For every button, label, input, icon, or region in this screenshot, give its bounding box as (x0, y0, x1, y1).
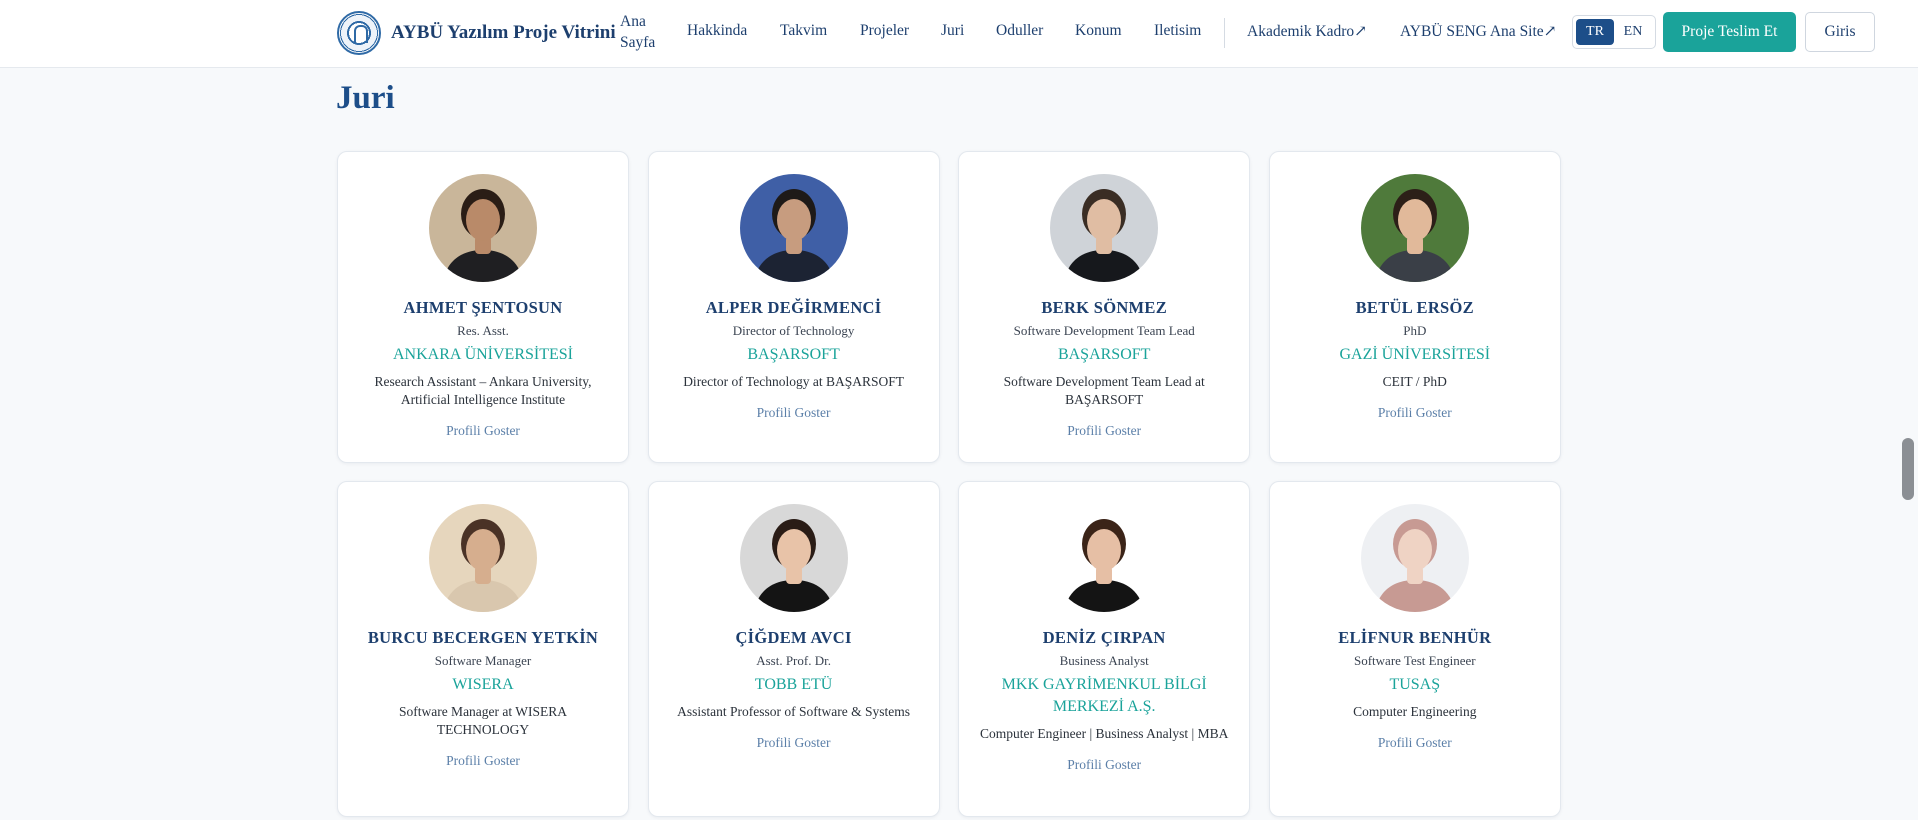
nav-about[interactable]: Hakkinda (687, 22, 747, 40)
avatar-photo-icon (1360, 174, 1469, 282)
nav-contact[interactable]: Iletisim (1154, 22, 1201, 40)
jury-bio: Assistant Professor of Software & System… (677, 704, 911, 719)
avatar-photo-icon (1050, 174, 1159, 282)
jury-card: ÇİĞDEM AVCI Asst. Prof. Dr. TOBB ETÜ Ass… (647, 481, 940, 817)
show-profile-link[interactable]: Profili Goster (446, 423, 520, 439)
jury-name: BURCU BECERGEN YETKİN (367, 628, 599, 647)
jury-name: DENİZ ÇIRPAN (1042, 628, 1166, 647)
show-profile-link[interactable]: Profili Goster (1067, 423, 1141, 439)
avatar (1360, 504, 1469, 612)
jury-role: Res. Asst. (457, 323, 509, 338)
jury-bio: Software Manager at WISERA TECHNOLOGY (398, 704, 568, 737)
nav-awards[interactable]: Oduller (996, 22, 1043, 40)
lang-tr-button[interactable]: TR (1576, 19, 1614, 45)
show-profile-link[interactable]: Profili Goster (757, 405, 831, 421)
show-profile-link[interactable]: Profili Goster (446, 753, 520, 769)
show-profile-link[interactable]: Profili Goster (1378, 405, 1452, 421)
jury-role: PhD (1403, 323, 1427, 338)
jury-role: Director of Technology (732, 323, 855, 338)
jury-name: ÇİĞDEM AVCI (735, 628, 852, 647)
nav-academic-staff[interactable]: Akademik Kadro↗ (1247, 22, 1367, 41)
jury-name: BETÜL ERSÖZ (1355, 298, 1474, 317)
show-profile-link[interactable]: Profili Goster (1067, 757, 1141, 773)
jury-bio: Software Development Team Lead at BAŞARS… (1003, 374, 1205, 407)
jury-grid: AHMET ŞENTOSUN Res. Asst. ANKARA ÜNİVERS… (337, 151, 1561, 817)
avatar (429, 504, 537, 612)
submit-project-button[interactable]: Proje Teslim Et (1663, 12, 1796, 52)
jury-organization: BAŞARSOFT (1057, 346, 1151, 363)
nav-calendar[interactable]: Takvim (780, 22, 827, 40)
page-title: Juri (336, 80, 395, 116)
jury-name: ALPER DEĞİRMENCİ (705, 298, 882, 317)
jury-card: BETÜL ERSÖZ PhD GAZİ ÜNİVERSİTESİ CEIT /… (1268, 151, 1561, 463)
jury-name: ELİFNUR BENHÜR (1338, 628, 1492, 647)
jury-bio: Director of Technology at BAŞARSOFT (683, 374, 904, 389)
nav-home[interactable]: Ana Sayfa (620, 11, 660, 53)
jury-organization: GAZİ ÜNİVERSİTESİ (1339, 346, 1491, 363)
avatar-photo-icon (739, 174, 848, 282)
jury-role: Business Analyst (1059, 653, 1149, 668)
jury-role: Software Development Team Lead (1013, 323, 1195, 338)
jury-organization: BAŞARSOFT (747, 346, 840, 363)
jury-card: ALPER DEĞİRMENCİ Director of Technology … (647, 151, 940, 463)
nav-divider (1224, 18, 1225, 48)
show-profile-link[interactable]: Profili Goster (1378, 735, 1452, 751)
jury-organization: MKK GAYRİMENKUL BİLGİ MERKEZİ A.Ş. (1001, 676, 1207, 715)
jury-bio: Research Assistant – Ankara University, … (374, 374, 592, 407)
top-navbar: AYBÜ Yazılım Proje Vitrini Ana Sayfa Hak… (0, 0, 1918, 68)
jury-role: Software Manager (434, 653, 532, 668)
avatar (1050, 174, 1159, 282)
jury-organization: TOBB ETÜ (754, 676, 833, 693)
jury-organization: WISERA (452, 676, 514, 693)
jury-organization: ANKARA ÜNİVERSİTESİ (393, 346, 573, 363)
jury-card: BURCU BECERGEN YETKİN Software Manager W… (337, 481, 629, 817)
jury-card: DENİZ ÇIRPAN Business Analyst MKK GAYRİM… (958, 481, 1251, 817)
jury-name: AHMET ŞENTOSUN (403, 298, 563, 317)
nav-location[interactable]: Konum (1075, 22, 1122, 40)
jury-role: Software Test Engineer (1353, 653, 1476, 668)
jury-bio: Computer Engineer | Business Analyst | M… (979, 726, 1229, 741)
avatar (1050, 504, 1159, 612)
avatar-photo-icon (739, 504, 848, 612)
jury-role: Asst. Prof. Dr. (756, 653, 831, 668)
jury-name: BERK SÖNMEZ (1041, 298, 1168, 317)
avatar (739, 174, 848, 282)
avatar (429, 174, 537, 282)
avatar (1360, 174, 1469, 282)
jury-bio: CEIT / PhD (1382, 374, 1447, 389)
show-profile-link[interactable]: Profili Goster (757, 735, 831, 751)
nav-projects[interactable]: Projeler (860, 22, 909, 40)
language-switcher: TR EN (1572, 15, 1656, 49)
avatar-photo-icon (1050, 504, 1159, 612)
avatar-photo-icon (1360, 504, 1469, 612)
nav-seng-site[interactable]: AYBÜ SENG Ana Site↗ (1400, 22, 1557, 41)
scrollbar-thumb[interactable] (1902, 438, 1914, 500)
login-button[interactable]: Giris (1805, 12, 1875, 52)
jury-card: AHMET ŞENTOSUN Res. Asst. ANKARA ÜNİVERS… (337, 151, 629, 463)
lang-en-button[interactable]: EN (1614, 19, 1652, 45)
jury-organization: TUSAŞ (1389, 676, 1441, 693)
jury-card: BERK SÖNMEZ Software Development Team Le… (958, 151, 1251, 463)
avatar-photo-icon (429, 504, 537, 612)
nav-jury[interactable]: Juri (941, 22, 964, 40)
jury-card: ELİFNUR BENHÜR Software Test Engineer TU… (1268, 481, 1561, 817)
avatar (739, 504, 848, 612)
jury-bio: Computer Engineering (1353, 704, 1477, 719)
avatar-photo-icon (429, 174, 537, 282)
